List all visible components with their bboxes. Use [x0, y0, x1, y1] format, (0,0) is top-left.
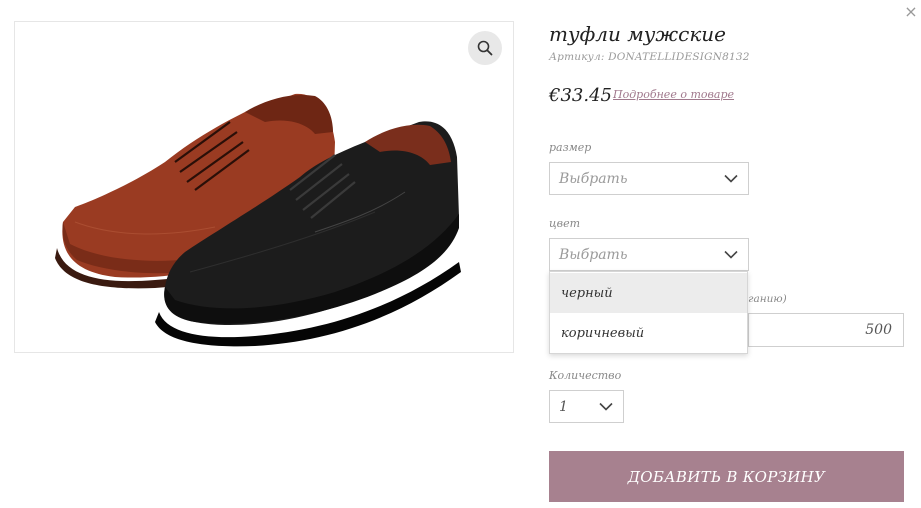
chevron-down-icon — [724, 250, 738, 259]
color-option-black[interactable]: черный — [550, 273, 747, 313]
close-icon[interactable]: × — [904, 4, 918, 20]
quantity-select[interactable]: 1 — [549, 390, 624, 423]
size-label: размер — [549, 141, 592, 154]
size-select-value: Выбрать — [559, 170, 628, 187]
product-title: туфли мужские — [549, 22, 726, 46]
add-to-cart-button[interactable]: ДОБАВИТЬ В КОРЗИНУ — [549, 451, 904, 502]
color-label: цвет — [549, 217, 581, 230]
color-select[interactable]: Выбрать — [549, 238, 749, 271]
magnifier-icon — [477, 40, 493, 56]
color-option-brown[interactable]: коричневый — [550, 313, 747, 353]
quantity-label: Количество — [549, 369, 622, 382]
partial-number-input[interactable]: 500 — [748, 313, 904, 347]
chevron-down-icon — [599, 402, 613, 411]
color-select-value: Выбрать — [559, 246, 628, 263]
product-details-link[interactable]: Подробнее о товаре — [613, 88, 734, 101]
zoom-button[interactable] — [468, 31, 502, 65]
product-image — [55, 93, 461, 347]
chevron-down-icon — [724, 174, 738, 183]
size-select[interactable]: Выбрать — [549, 162, 749, 195]
color-dropdown-list: черный коричневый — [549, 271, 748, 354]
partial-number-value: 500 — [865, 322, 892, 338]
product-image-frame — [14, 21, 514, 353]
quantity-select-value: 1 — [559, 398, 568, 415]
product-sku: Артикул: DONATELLIDESIGN8132 — [549, 51, 750, 63]
product-price: €33.45 — [549, 85, 612, 106]
